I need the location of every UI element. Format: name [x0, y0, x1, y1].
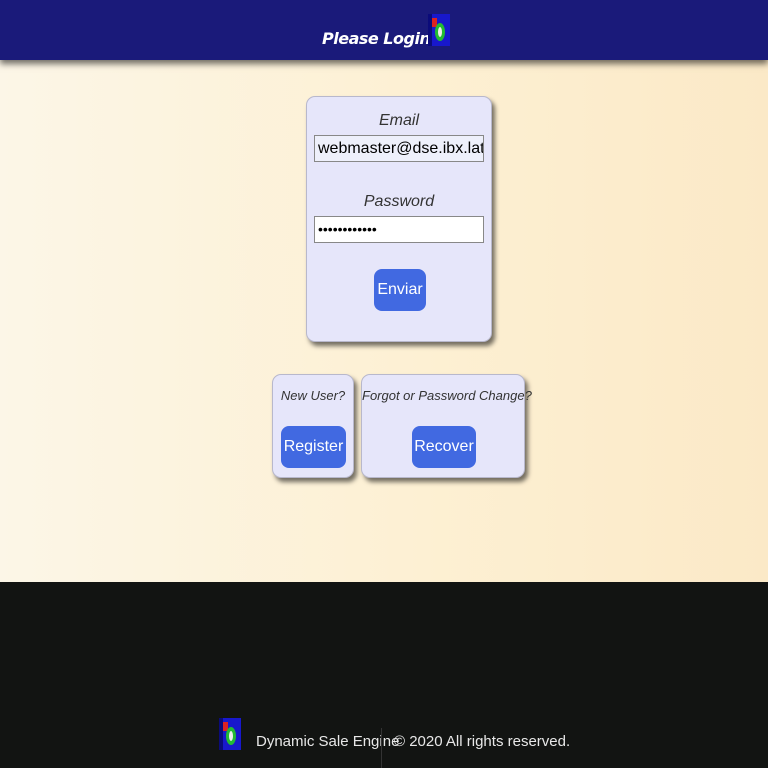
register-card: New User? Register — [272, 374, 354, 478]
submit-button[interactable]: Enviar — [374, 269, 426, 311]
email-field[interactable]: webmaster@dse.ibx.lat — [314, 135, 484, 162]
footer-copyright: © 2020 All rights reserved. — [394, 733, 571, 750]
email-label: Email — [378, 112, 419, 129]
recover-button[interactable]: Recover — [412, 426, 476, 468]
page-title: Please Login — [322, 29, 431, 48]
footer-brand: Dynamic Sale Engine — [256, 733, 400, 750]
dse-logo-icon — [219, 718, 241, 750]
password-label: Password — [363, 193, 435, 210]
dse-logo-icon — [428, 14, 450, 46]
new-user-caption: New User? — [280, 388, 346, 403]
password-field[interactable]: •••••••••••• — [314, 216, 484, 243]
footer-divider — [381, 728, 382, 768]
recover-card: Forgot or Password Change? Recover — [361, 374, 532, 478]
forgot-password-caption: Forgot or Password Change? — [362, 388, 532, 403]
register-button[interactable]: Register — [281, 426, 346, 468]
top-header: Please Login — [0, 0, 768, 60]
footer: Dynamic Sale Engine © 2020 All rights re… — [0, 582, 768, 768]
login-form: Email webmaster@dse.ibx.lat Password •••… — [306, 96, 492, 342]
